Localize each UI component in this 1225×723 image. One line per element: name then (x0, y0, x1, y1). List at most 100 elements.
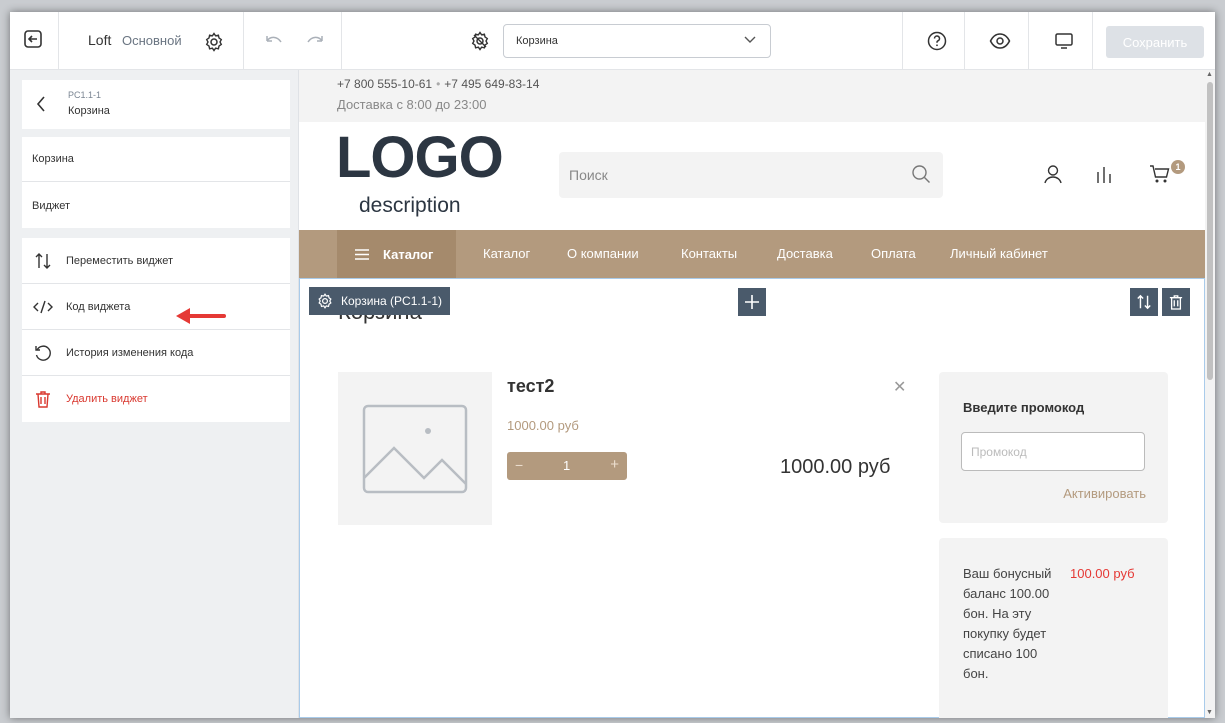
nav-item-cart[interactable]: Корзина (22, 137, 290, 182)
product-name[interactable]: тест2 (507, 376, 554, 397)
page-select[interactable]: Корзина (503, 24, 771, 58)
activate-promo-link[interactable]: Активировать (1063, 486, 1146, 501)
add-widget-plus-icon[interactable] (738, 288, 766, 316)
nav-item-widget[interactable]: Виджет (22, 183, 290, 228)
menu-link-catalog[interactable]: Каталог (483, 246, 530, 261)
product-unit-price: 1000.00 руб (507, 418, 579, 433)
menu-link-delivery[interactable]: Доставка (777, 246, 833, 261)
code-history-label: История изменения кода (66, 346, 194, 359)
main-menu: Каталог Каталог О компании Контакты Дост… (299, 230, 1215, 278)
menu-link-account[interactable]: Личный кабинет (950, 246, 1048, 261)
remove-item-close-icon[interactable]: ✕ (893, 377, 906, 397)
breadcrumb-title: Корзина (68, 105, 110, 117)
chevron-down-icon (744, 35, 756, 47)
device-desktop-icon[interactable] (1053, 30, 1075, 52)
toolbar-divider (964, 12, 965, 70)
menu-link-contacts[interactable]: Контакты (681, 246, 737, 261)
exit-icon[interactable] (22, 28, 44, 50)
hamburger-icon (355, 248, 369, 260)
product-total: 1000.00 руб (780, 456, 891, 478)
separator-dot: • (436, 77, 441, 91)
catalog-menu-button[interactable]: Каталог (337, 230, 456, 278)
logo-description: description (359, 194, 461, 217)
phone-numbers: +7 800 555-10-61 • +7 495 649-83-14 (337, 77, 539, 91)
site-topbar: +7 800 555-10-61 • +7 495 649-83-14 Достав… (299, 70, 1215, 122)
cart-widget[interactable]: Корзина Корзина (PC1.1-1) тест2 1000.00 … (299, 278, 1205, 718)
move-widget-arrows-icon[interactable] (1130, 288, 1158, 316)
menu-link-payment[interactable]: Оплата (871, 246, 916, 261)
toolbar-divider (341, 12, 342, 70)
toolbar-divider (58, 12, 59, 70)
widget-code-label: Код виджета (66, 300, 131, 313)
promo-title: Введите промокод (963, 400, 1085, 415)
widget-tag-label: Корзина (PC1.1-1) (341, 294, 443, 308)
toolbar-divider (1028, 12, 1029, 70)
compare-icon[interactable] (1096, 164, 1112, 189)
site-mode[interactable]: Основной (122, 33, 182, 48)
promo-box: Введите промокод Промокод Активировать (939, 372, 1168, 523)
delete-widget-trash-icon[interactable] (1162, 288, 1190, 316)
toolbar-divider (1092, 12, 1093, 70)
catalog-menu-label: Каталог (383, 246, 434, 262)
bonus-line-5: списано 100 (963, 646, 1038, 661)
delete-widget-button[interactable]: Удалить виджет (22, 376, 290, 422)
history-icon (32, 342, 54, 364)
delivery-hours: Доставка с 8:00 до 23:00 (337, 97, 487, 112)
quantity-minus-button[interactable]: − (515, 457, 523, 473)
nav-list: Корзина Виджет (22, 137, 290, 228)
bonus-line-3: бон. На эту (963, 606, 1032, 621)
widget-code-button[interactable]: Код виджета (22, 284, 290, 330)
phone-1[interactable]: +7 800 555-10-61 (337, 77, 432, 91)
site-name: Loft (88, 32, 112, 48)
product-image-placeholder[interactable] (338, 372, 492, 525)
trash-icon (32, 388, 54, 410)
breadcrumb[interactable]: PC1.1-1 Корзина (22, 80, 290, 129)
search-box[interactable]: Поиск (559, 152, 943, 198)
bonus-line-6: бон. (963, 666, 989, 681)
back-chevron-icon[interactable] (36, 96, 46, 117)
bonus-line-2: баланс 100.00 (963, 586, 1050, 601)
scroll-up-icon[interactable]: ▲ (1206, 71, 1213, 78)
scrollbar-thumb[interactable] (1207, 82, 1213, 380)
cart-count-badge: 1 (1171, 160, 1185, 174)
preview-scrollbar[interactable]: ▲ ▼ (1205, 70, 1215, 718)
red-pointer-arrow-icon (172, 306, 230, 331)
widget-tag[interactable]: Корзина (PC1.1-1) (309, 287, 451, 315)
page-settings-gear-icon[interactable] (469, 30, 491, 52)
delete-widget-label: Удалить виджет (66, 393, 148, 405)
widget-gear-icon (317, 293, 333, 309)
page-select-value: Корзина (516, 35, 558, 47)
preview-eye-icon[interactable] (988, 30, 1012, 52)
top-toolbar: Loft Основной Корзина Сохранить (10, 12, 1215, 70)
bonus-box: Ваш бонусный баланс 100.00 бон. На эту п… (939, 538, 1168, 718)
widget-actions: Переместить виджет Код виджета История и… (22, 238, 290, 422)
bonus-amount: 100.00 руб (1070, 566, 1135, 581)
site-logo[interactable]: LOGO (336, 122, 504, 194)
page-preview: +7 800 555-10-61 • +7 495 649-83-14 Достав… (299, 70, 1215, 718)
user-icon[interactable] (1043, 164, 1063, 189)
phone-2[interactable]: +7 495 649-83-14 (444, 77, 539, 91)
search-icon[interactable] (911, 164, 931, 189)
move-arrows-icon (32, 250, 54, 272)
code-icon (32, 296, 54, 318)
toolbar-divider (243, 12, 244, 70)
promo-code-input[interactable]: Промокод (961, 432, 1145, 471)
redo-icon[interactable] (305, 31, 325, 51)
quantity-plus-button[interactable]: + (610, 456, 619, 473)
bonus-line-4: покупку будет (963, 626, 1047, 641)
help-icon[interactable] (926, 30, 948, 52)
editor-window: Loft Основной Корзина Сохранить PC1.1-1 … (10, 12, 1215, 718)
menu-link-about[interactable]: О компании (567, 246, 639, 261)
quantity-value[interactable]: 1 (563, 458, 570, 473)
move-widget-button[interactable]: Переместить виджет (22, 238, 290, 284)
code-history-button[interactable]: История изменения кода (22, 330, 290, 376)
move-widget-label: Переместить виджет (66, 254, 174, 267)
site-settings-gear-icon[interactable] (203, 31, 225, 53)
save-button[interactable]: Сохранить (1106, 26, 1204, 58)
breadcrumb-code: PC1.1-1 (68, 90, 102, 100)
scroll-down-icon[interactable]: ▼ (1206, 709, 1213, 716)
undo-icon[interactable] (264, 31, 284, 51)
cart-icon[interactable] (1149, 164, 1171, 189)
quantity-stepper: − 1 + (507, 452, 627, 480)
image-placeholder-icon (362, 404, 468, 493)
